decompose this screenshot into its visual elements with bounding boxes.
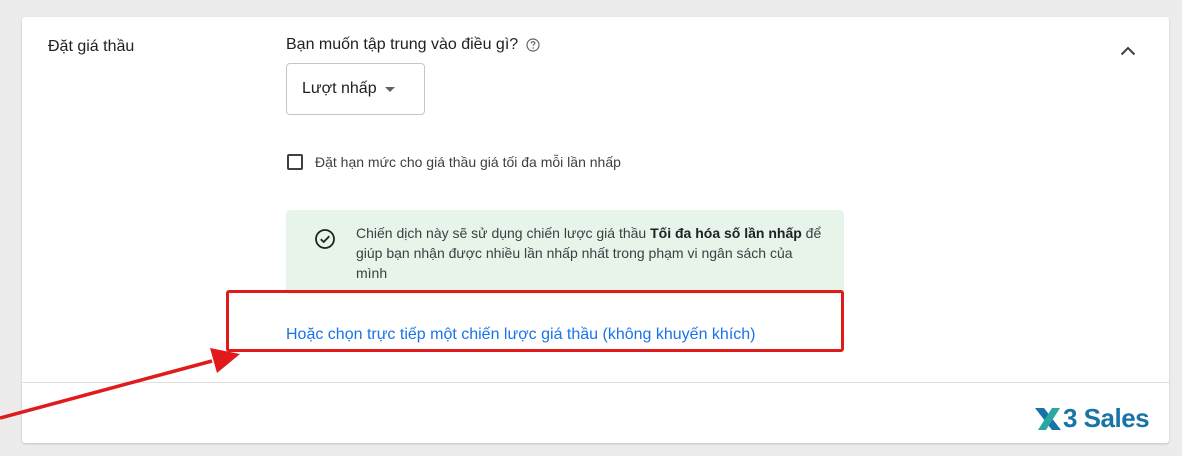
max-cpc-limit-label: Đặt hạn mức cho giá thầu giá tối đa mỗi … [315, 154, 621, 170]
chevron-up-icon [1120, 46, 1136, 56]
x3-logo-icon [1035, 407, 1061, 430]
help-icon[interactable] [526, 38, 540, 52]
section-title: Đặt giá thầu [48, 38, 135, 55]
section-divider [22, 382, 1169, 383]
dropdown-caret-icon [384, 86, 395, 92]
focus-dropdown-value: Lượt nhấp [302, 80, 377, 97]
brand-logo-text: 3 Sales [1063, 403, 1150, 433]
check-circle-icon [314, 228, 336, 250]
strategy-info-box: Chiến dịch này sẽ sử dụng chiến lược giá… [286, 210, 844, 294]
focus-dropdown[interactable]: Lượt nhấp [286, 63, 425, 115]
collapse-button[interactable] [1116, 39, 1140, 63]
max-cpc-limit-option[interactable]: Đặt hạn mức cho giá thầu giá tối đa mỗi … [287, 154, 621, 170]
focus-question-label: Bạn muốn tập trung vào điều gì? [286, 36, 519, 53]
bidding-card: Đặt giá thầu Bạn muốn tập trung vào điều… [22, 17, 1169, 443]
max-cpc-limit-checkbox[interactable] [287, 154, 303, 170]
choose-strategy-link[interactable]: Hoặc chọn trực tiếp một chiến lược giá t… [286, 326, 755, 344]
brand-logo: 3 Sales [1034, 403, 1150, 434]
strategy-name: Tối đa hóa số lần nhấp [650, 225, 802, 241]
strategy-info-text: Chiến dịch này sẽ sử dụng chiến lược giá… [356, 225, 822, 281]
focus-question: Bạn muốn tập trung vào điều gì? [286, 36, 540, 54]
